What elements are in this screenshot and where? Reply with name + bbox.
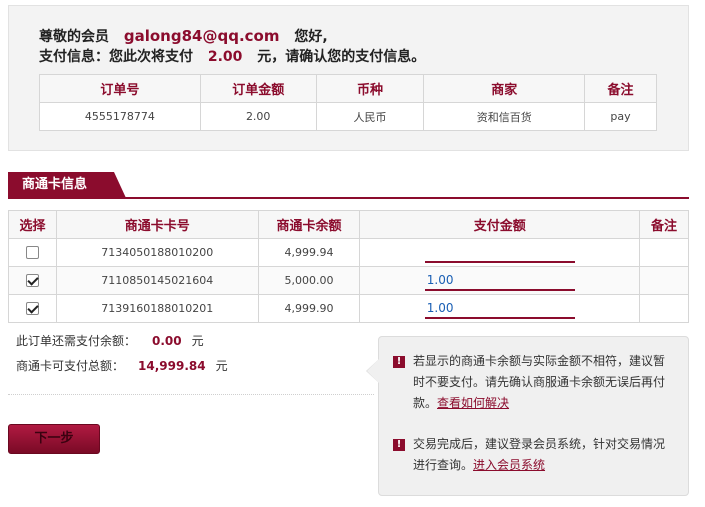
card-select-checkbox[interactable] bbox=[25, 302, 39, 316]
remaining-value: 0.00 bbox=[152, 334, 182, 348]
card-table-header: 选择 商通卡卡号 商通卡余额 支付金额 备注 bbox=[8, 210, 689, 239]
member-email: galong84@qq.com bbox=[123, 27, 280, 45]
card-header-cell: 支付金额 bbox=[359, 210, 641, 239]
pay-info-line: 支付信息：您此次将支付 2.00 元，请确认您的支付信息。 bbox=[39, 46, 425, 66]
card-note bbox=[639, 266, 689, 295]
card-balance: 4,999.94 bbox=[257, 238, 361, 267]
card-note bbox=[639, 294, 689, 323]
table-row: 7134050188010200 4,999.94 bbox=[8, 238, 689, 267]
tips-panel: ! 若显示的商通卡余额与实际金额不相符，建议暂时不要支付。请先确认商服通卡余额无… bbox=[366, 336, 689, 496]
card-table: 选择 商通卡卡号 商通卡余额 支付金额 备注 7134050188010200 4… bbox=[8, 210, 689, 323]
order-note: pay bbox=[584, 102, 657, 131]
member-system-link[interactable]: 进入会员系统 bbox=[473, 458, 545, 472]
card-header-cell: 选择 bbox=[8, 210, 57, 239]
select-cell bbox=[8, 238, 57, 267]
pay-amount-cell bbox=[359, 294, 641, 323]
card-header-cell: 备注 bbox=[639, 210, 689, 239]
table-row: 7139160188010201 4,999.90 bbox=[8, 294, 689, 323]
order-merchant: 资和信百货 bbox=[423, 102, 586, 131]
order-header-cell: 订单金额 bbox=[199, 74, 317, 103]
select-cell bbox=[8, 266, 57, 295]
order-currency: 人民币 bbox=[315, 102, 425, 131]
card-header-cell: 商通卡余额 bbox=[257, 210, 361, 239]
order-header-cell: 商家 bbox=[423, 74, 586, 103]
table-row: 7110850145021604 5,000.00 bbox=[8, 266, 689, 295]
remaining-label: 此订单还需支付余额： bbox=[16, 334, 137, 348]
pay-amount-input[interactable] bbox=[424, 298, 575, 319]
pay-amount-cell bbox=[359, 238, 641, 267]
section-title-tab: 商通卡信息 bbox=[8, 172, 126, 198]
card-number: 7134050188010200 bbox=[55, 238, 259, 267]
order-header-cell: 订单号 bbox=[39, 74, 201, 103]
table-row: 4555178774 2.00 人民币 资和信百货 pay bbox=[39, 102, 657, 131]
order-header-cell: 币种 bbox=[315, 74, 425, 103]
dotted-divider bbox=[8, 394, 374, 395]
pay-info-suffix: 元，请确认您的支付信息。 bbox=[257, 49, 426, 65]
card-select-checkbox[interactable] bbox=[25, 274, 39, 288]
order-id: 4555178774 bbox=[39, 102, 201, 131]
total-value: 14,999.84 bbox=[138, 359, 206, 373]
card-number: 7139160188010201 bbox=[55, 294, 259, 323]
pay-amount-input[interactable] bbox=[424, 270, 575, 291]
remaining-balance: 此订单还需支付余额： 0.00 元 bbox=[16, 332, 204, 349]
order-header-cell: 备注 bbox=[584, 74, 657, 103]
card-balance: 4,999.90 bbox=[257, 294, 361, 323]
pay-amount-input[interactable] bbox=[424, 242, 575, 263]
card-number: 7110850145021604 bbox=[55, 266, 259, 295]
total-unit: 元 bbox=[215, 359, 228, 373]
order-table: 订单号 订单金额 币种 商家 备注 4555178774 2.00 人民币 资和… bbox=[39, 74, 657, 131]
pay-amount: 2.00 bbox=[207, 49, 243, 65]
how-to-solve-link[interactable]: 查看如何解决 bbox=[437, 396, 509, 410]
card-note bbox=[639, 238, 689, 267]
order-amount: 2.00 bbox=[199, 102, 317, 131]
greeting-line: 尊敬的会员 galong84@qq.com 您好, bbox=[39, 26, 328, 46]
next-step-button[interactable]: 下一步 bbox=[8, 424, 100, 454]
card-total: 商通卡可支付总额： 14,999.84 元 bbox=[16, 357, 228, 374]
remaining-unit: 元 bbox=[191, 334, 204, 348]
pay-info-prefix: 支付信息：您此次将支付 bbox=[39, 49, 193, 65]
total-label: 商通卡可支付总额： bbox=[16, 359, 125, 373]
payment-summary-panel: 尊敬的会员 galong84@qq.com 您好, 支付信息：您此次将支付 2.… bbox=[8, 5, 689, 151]
tip-after-transaction: 交易完成后，建议登录会员系统，针对交易情况进行查询。进入会员系统 bbox=[413, 434, 675, 476]
card-balance: 5,000.00 bbox=[257, 266, 361, 295]
section-divider bbox=[8, 197, 689, 199]
card-select-checkbox[interactable] bbox=[25, 246, 39, 260]
greeting-prefix: 尊敬的会员 bbox=[39, 29, 109, 45]
warning-icon: ! bbox=[393, 439, 405, 451]
greeting-suffix: 您好, bbox=[294, 29, 328, 45]
tip-balance-mismatch: 若显示的商通卡余额与实际金额不相符，建议暂时不要支付。请先确认商服通卡余额无误后… bbox=[413, 351, 675, 414]
order-table-header: 订单号 订单金额 币种 商家 备注 bbox=[39, 74, 657, 103]
select-cell bbox=[8, 294, 57, 323]
card-header-cell: 商通卡卡号 bbox=[55, 210, 259, 239]
pay-amount-cell bbox=[359, 266, 641, 295]
warning-icon: ! bbox=[393, 356, 405, 368]
